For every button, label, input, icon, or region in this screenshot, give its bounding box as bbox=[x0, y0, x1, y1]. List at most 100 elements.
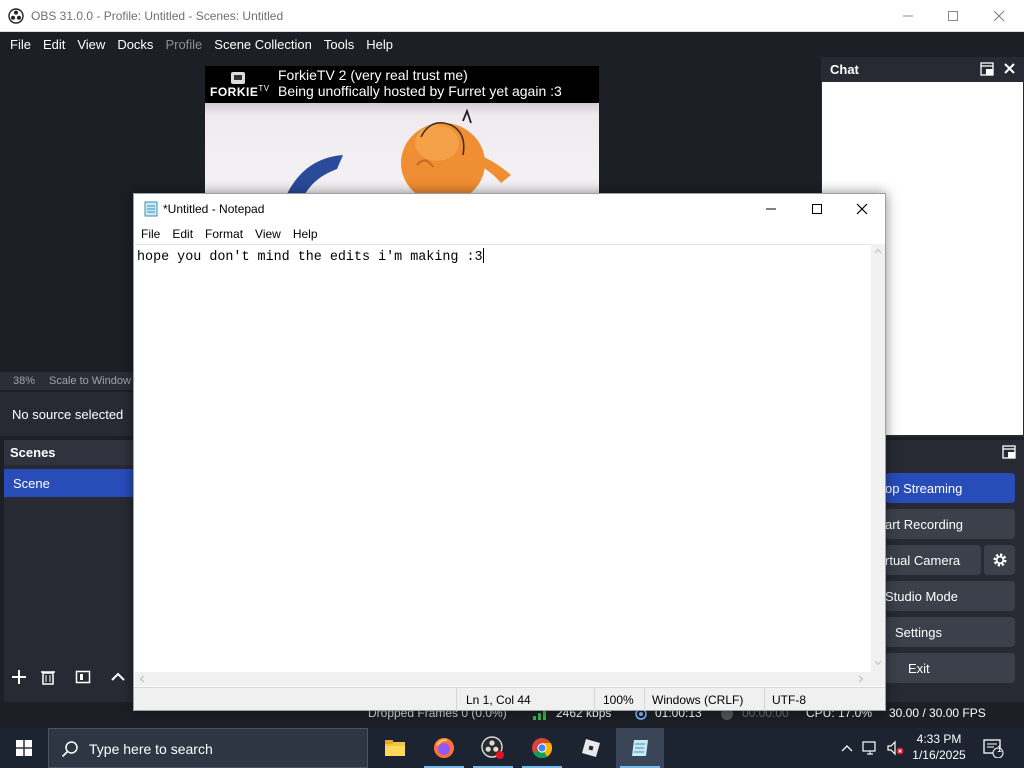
chevron-up-icon bbox=[841, 745, 853, 752]
notepad-content: hope you don't mind the edits i'm making… bbox=[137, 248, 484, 265]
menu-edit[interactable]: Edit bbox=[37, 37, 71, 52]
chat-title: Chat bbox=[830, 62, 859, 77]
notepad-minimize-button[interactable] bbox=[748, 194, 794, 224]
minimize-icon bbox=[903, 15, 913, 17]
obs-app-icon bbox=[8, 8, 24, 24]
canvas-artwork bbox=[205, 103, 599, 194]
notepad-vertical-scrollbar[interactable] bbox=[871, 244, 885, 672]
menu-file[interactable]: File bbox=[4, 37, 37, 52]
scenes-header: Scenes bbox=[4, 440, 133, 465]
menu-profile[interactable]: Profile bbox=[159, 37, 208, 52]
virtual-camera-settings-button[interactable] bbox=[984, 545, 1015, 575]
preview-canvas[interactable]: FORKIETV ForkieTV 2 (very real trust me)… bbox=[205, 66, 599, 194]
scroll-right-icon[interactable] bbox=[858, 675, 864, 683]
menu-help[interactable]: Help bbox=[360, 37, 399, 52]
move-scene-up-button[interactable] bbox=[105, 664, 131, 690]
undock-icon[interactable] bbox=[1002, 445, 1016, 459]
taskbar: Type here to search 4:33 PM 1/16/2025 1 bbox=[0, 728, 1024, 768]
obs-window-title: OBS 31.0.0 - Profile: Untitled - Scenes:… bbox=[31, 9, 284, 23]
logo-text: FORKIETV bbox=[210, 84, 270, 99]
close-icon bbox=[856, 203, 868, 215]
np-menu-format[interactable]: Format bbox=[199, 227, 249, 241]
stop-streaming-button[interactable]: op Streaming bbox=[885, 473, 1015, 503]
scroll-down-icon[interactable] bbox=[874, 660, 882, 666]
menu-scene-collection[interactable]: Scene Collection bbox=[208, 37, 318, 52]
scene-item[interactable]: Scene bbox=[4, 469, 133, 497]
close-icon[interactable] bbox=[1004, 63, 1015, 74]
obs-close-button[interactable] bbox=[976, 0, 1022, 32]
roblox-taskbar-button[interactable] bbox=[567, 728, 615, 768]
chrome-icon bbox=[532, 738, 553, 759]
remove-scene-button[interactable] bbox=[35, 664, 61, 690]
zoom-level[interactable]: 38% bbox=[13, 375, 35, 387]
np-menu-help[interactable]: Help bbox=[287, 227, 324, 241]
search-placeholder: Type here to search bbox=[89, 741, 213, 757]
firefox-icon bbox=[434, 738, 454, 758]
menu-docks[interactable]: Docks bbox=[111, 37, 159, 52]
taskbar-clock[interactable]: 4:33 PM 1/16/2025 bbox=[906, 731, 972, 763]
scroll-left-icon[interactable] bbox=[139, 675, 145, 683]
notification-center-button[interactable]: 1 bbox=[978, 728, 1008, 768]
obs-minimize-button[interactable] bbox=[885, 0, 931, 32]
clock-date: 1/16/2025 bbox=[912, 748, 966, 762]
notepad-window: *Untitled - Notepad File Edit Format Vie… bbox=[133, 193, 886, 711]
notepad-maximize-button[interactable] bbox=[794, 194, 840, 224]
notepad-text-area[interactable]: hope you don't mind the edits i'm making… bbox=[135, 244, 871, 672]
windows-logo-icon bbox=[16, 740, 32, 756]
start-button[interactable] bbox=[0, 728, 48, 768]
notepad-icon bbox=[144, 201, 158, 217]
studio-mode-button[interactable]: Studio Mode bbox=[885, 581, 1015, 611]
np-menu-edit[interactable]: Edit bbox=[166, 227, 199, 241]
network-icon bbox=[862, 741, 876, 755]
np-menu-view[interactable]: View bbox=[249, 227, 287, 241]
volume-muted-icon bbox=[887, 740, 904, 756]
start-recording-button[interactable]: art Recording bbox=[885, 509, 1015, 539]
chrome-taskbar-button[interactable] bbox=[518, 728, 566, 768]
trash-icon bbox=[41, 671, 55, 685]
notepad-close-button[interactable] bbox=[839, 194, 885, 224]
roblox-icon bbox=[582, 739, 600, 757]
line-ending: Windows (CRLF) bbox=[652, 693, 744, 707]
cursor-position: Ln 1, Col 44 bbox=[466, 693, 531, 707]
np-menu-file[interactable]: File bbox=[135, 227, 166, 241]
notification-count: 1 bbox=[997, 744, 1003, 754]
obs-maximize-button[interactable] bbox=[930, 0, 976, 32]
source-toolbar: No source selected bbox=[0, 392, 133, 436]
banner-subtitle: Being unoffically hosted by Furret yet a… bbox=[278, 83, 562, 99]
show-hidden-icons-button[interactable] bbox=[838, 728, 856, 768]
close-icon bbox=[993, 10, 1005, 22]
notepad-horizontal-scrollbar[interactable] bbox=[135, 672, 871, 686]
notepad-icon bbox=[632, 740, 648, 756]
notepad-title-bar[interactable]: *Untitled - Notepad bbox=[134, 194, 885, 224]
menu-view[interactable]: View bbox=[71, 37, 111, 52]
filter-icon bbox=[75, 670, 91, 684]
scenes-toolbar bbox=[4, 664, 133, 692]
obs-taskbar-button[interactable] bbox=[469, 728, 517, 768]
no-source-label: No source selected bbox=[12, 407, 124, 422]
scene-filters-button[interactable] bbox=[70, 664, 96, 690]
menu-tools[interactable]: Tools bbox=[318, 37, 360, 52]
undock-icon[interactable] bbox=[980, 62, 994, 76]
settings-button[interactable]: Settings bbox=[885, 617, 1015, 647]
encoding: UTF-8 bbox=[772, 693, 806, 707]
add-scene-button[interactable] bbox=[6, 664, 32, 690]
volume-tray-button[interactable] bbox=[884, 728, 906, 768]
notepad-taskbar-button[interactable] bbox=[616, 728, 664, 768]
scroll-up-icon[interactable] bbox=[874, 248, 882, 254]
maximize-icon bbox=[812, 204, 822, 214]
network-tray-button[interactable] bbox=[860, 728, 882, 768]
obs-title-bar: OBS 31.0.0 - Profile: Untitled - Scenes:… bbox=[0, 0, 1024, 32]
virtual-camera-button[interactable]: rtual Camera bbox=[885, 545, 981, 575]
chevron-up-icon bbox=[111, 672, 125, 681]
firefox-taskbar-button[interactable] bbox=[420, 728, 468, 768]
file-explorer-taskbar-button[interactable] bbox=[371, 728, 419, 768]
notepad-menu-bar: File Edit Format View Help bbox=[134, 224, 885, 244]
scenes-dock: Scenes Scene bbox=[4, 440, 133, 702]
chat-header: Chat bbox=[821, 57, 1024, 81]
scene-item-label: Scene bbox=[13, 476, 50, 491]
exit-button[interactable]: Exit bbox=[885, 653, 1015, 683]
taskbar-search-box[interactable]: Type here to search bbox=[48, 728, 368, 768]
scale-mode[interactable]: Scale to Window bbox=[49, 375, 131, 387]
scenes-title: Scenes bbox=[10, 445, 56, 460]
clock-time: 4:33 PM bbox=[916, 732, 962, 746]
